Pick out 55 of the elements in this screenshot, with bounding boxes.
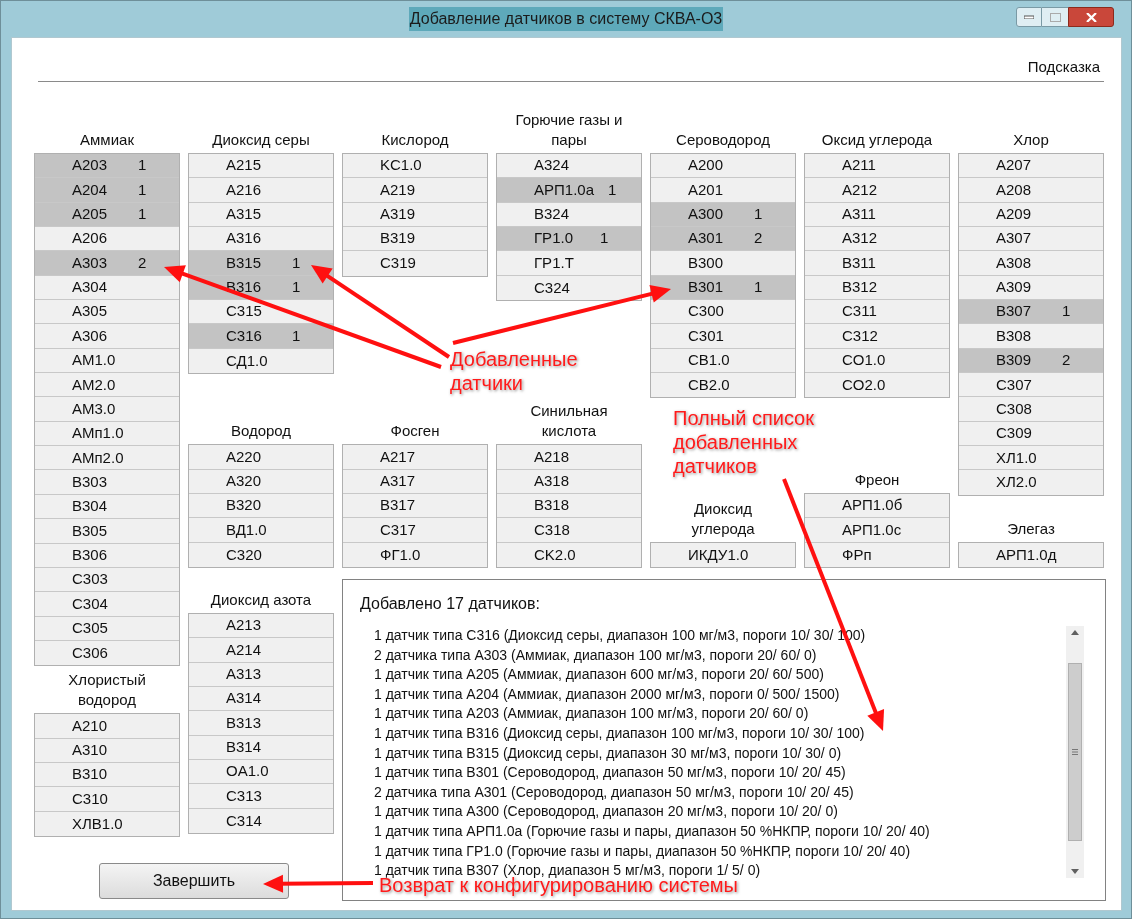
grip-icon [1072,749,1078,755]
close-button[interactable] [1068,7,1114,27]
group-title: Синильная кислота [529,401,609,442]
group-title: Диоксид серы [212,130,310,150]
group-title: Элегаз [1007,518,1055,539]
summary-line: 1 датчик типа A205 (Аммиак, диапазон 600 мг/м3, пороги 20/ 60/ 500) [374,665,825,685]
sensor-button[interactable]: ГР1.0 1 [497,227,641,252]
sensor-button[interactable]: A205 1 [35,202,179,228]
group-title: Диоксид углерода [690,498,756,539]
summary-line: 1 датчик типа B315 (Диоксид серы, диапазон 30 мг/м3, пороги 10/ 30/ 0) [374,743,843,763]
group-title: Сероводород [676,130,770,150]
sensor-button[interactable]: A303 2 [35,251,179,276]
scroll-down-icon[interactable] [1071,869,1079,874]
sensor-button[interactable]: B309 2 [959,348,1103,374]
group-title: Фреон [854,469,900,490]
summary-line: 1 датчик типа A300 (Сероводород, диапазон 20 мг/м3, пороги 10/ 20/ 0) [374,802,839,822]
sensor-button[interactable]: A203 1 [35,154,179,179]
scrollbar-thumb[interactable] [1068,663,1082,841]
annotation-text: Добавленные датчики [450,347,579,395]
summary-title: Добавлено 17 датчиков: [360,594,541,614]
maximize-icon [1049,12,1061,22]
summary-line: 2 датчика типа A303 (Аммиак, диапазон 100 мг/м3, пороги 20/ 60/ 0) [374,645,818,665]
hint-menu-item[interactable]: Подсказка [1027,55,1104,78]
sensor-button[interactable]: B315 1 [189,251,333,276]
summary-line: 1 датчик типа АРП1.0а (Горючие газы и пары, диапазон 50 %НКПР, пороги 10/ 20/ 40) [374,821,931,841]
window-title: Добавление датчиков в систему СКВА-О3 [408,7,724,31]
maximize-button[interactable] [1042,7,1068,27]
summary-line: 1 датчик типа B316 (Диоксид серы, диапазон 100 мг/м3, пороги 10/ 30/ 100) [374,723,866,743]
minimize-icon [1024,15,1034,19]
summary-line: 1 датчик типа A203 (Аммиак, диапазон 100 мг/м3, пороги 20/ 60/ 0) [374,704,810,724]
scrollbar[interactable] [1066,626,1084,878]
group-title: Кислород [381,130,449,150]
sensor-button[interactable]: A300 1 [651,202,795,228]
summary-line: 1 датчик типа B301 (Сероводород, диапазон 50 мг/м3, пороги 10/ 20/ 45) [374,763,847,783]
group-title: Оксид углерода [821,130,933,150]
group-title: Фосген [390,421,440,442]
group-title: Хлористый водород [67,670,147,711]
sensor-button[interactable]: B307 1 [959,300,1103,325]
group-title: Горючие газы и пары [514,110,624,150]
annotation-text: Полный список добавленных датчиков [673,406,815,478]
summary-line: 1 датчик типа ГР1.0 (Горючие газы и пары, диапазон 50 %НКПР, пороги 10/ 20/ 40) [374,841,912,861]
sensor-button[interactable]: A301 2 [651,227,795,252]
minimize-button[interactable] [1016,7,1042,27]
sensor-button[interactable]: C316 1 [189,324,333,349]
group-title: Хлор [1013,130,1049,150]
sensor-button[interactable]: A204 1 [35,178,179,203]
summary-line: 2 датчика типа A301 (Сероводород, диапазон 50 мг/м3, пороги 10/ 20/ 45) [374,782,855,802]
close-icon [1085,12,1097,22]
group-title: Аммиак [80,130,134,150]
scroll-up-icon[interactable] [1071,630,1079,635]
group-title: Диоксид азота [210,590,312,610]
sensor-button[interactable]: АРП1.0а 1 [497,178,641,203]
summary-line: 1 датчик типа A204 (Аммиак, диапазон 2000 мг/м3, пороги 0/ 500/ 1500) [374,684,841,704]
finish-button[interactable]: Завершить [99,863,289,899]
group-title: Водород [230,421,292,442]
